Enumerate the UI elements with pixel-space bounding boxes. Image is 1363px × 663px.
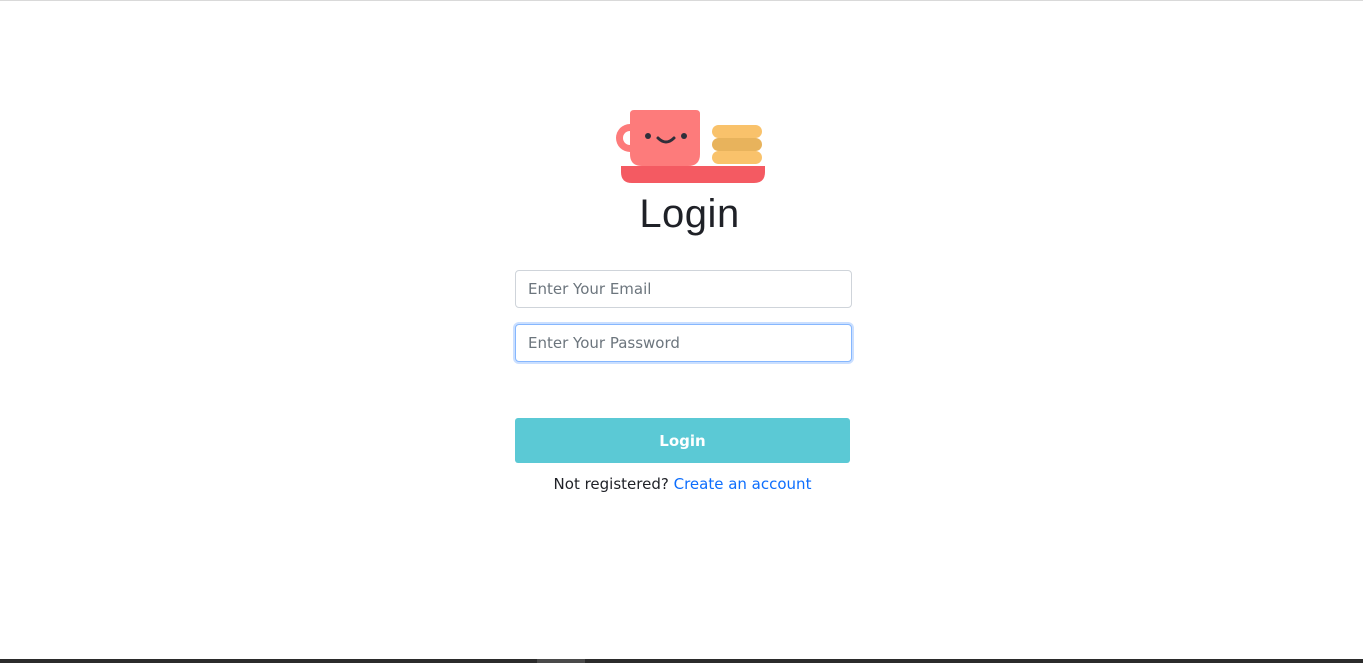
taskbar xyxy=(0,659,1363,663)
email-field[interactable] xyxy=(515,270,852,308)
taskbar-item[interactable] xyxy=(537,659,585,663)
create-account-link[interactable]: Create an account xyxy=(674,475,812,493)
password-field[interactable] xyxy=(515,324,852,362)
page-title: Login xyxy=(639,192,740,236)
register-prompt: Not registered? Create an account xyxy=(515,475,850,493)
coffee-cup-with-cookies-icon xyxy=(616,110,765,183)
login-button[interactable]: Login xyxy=(515,418,850,463)
register-prompt-text: Not registered? xyxy=(553,475,669,493)
top-border xyxy=(0,0,1363,1)
